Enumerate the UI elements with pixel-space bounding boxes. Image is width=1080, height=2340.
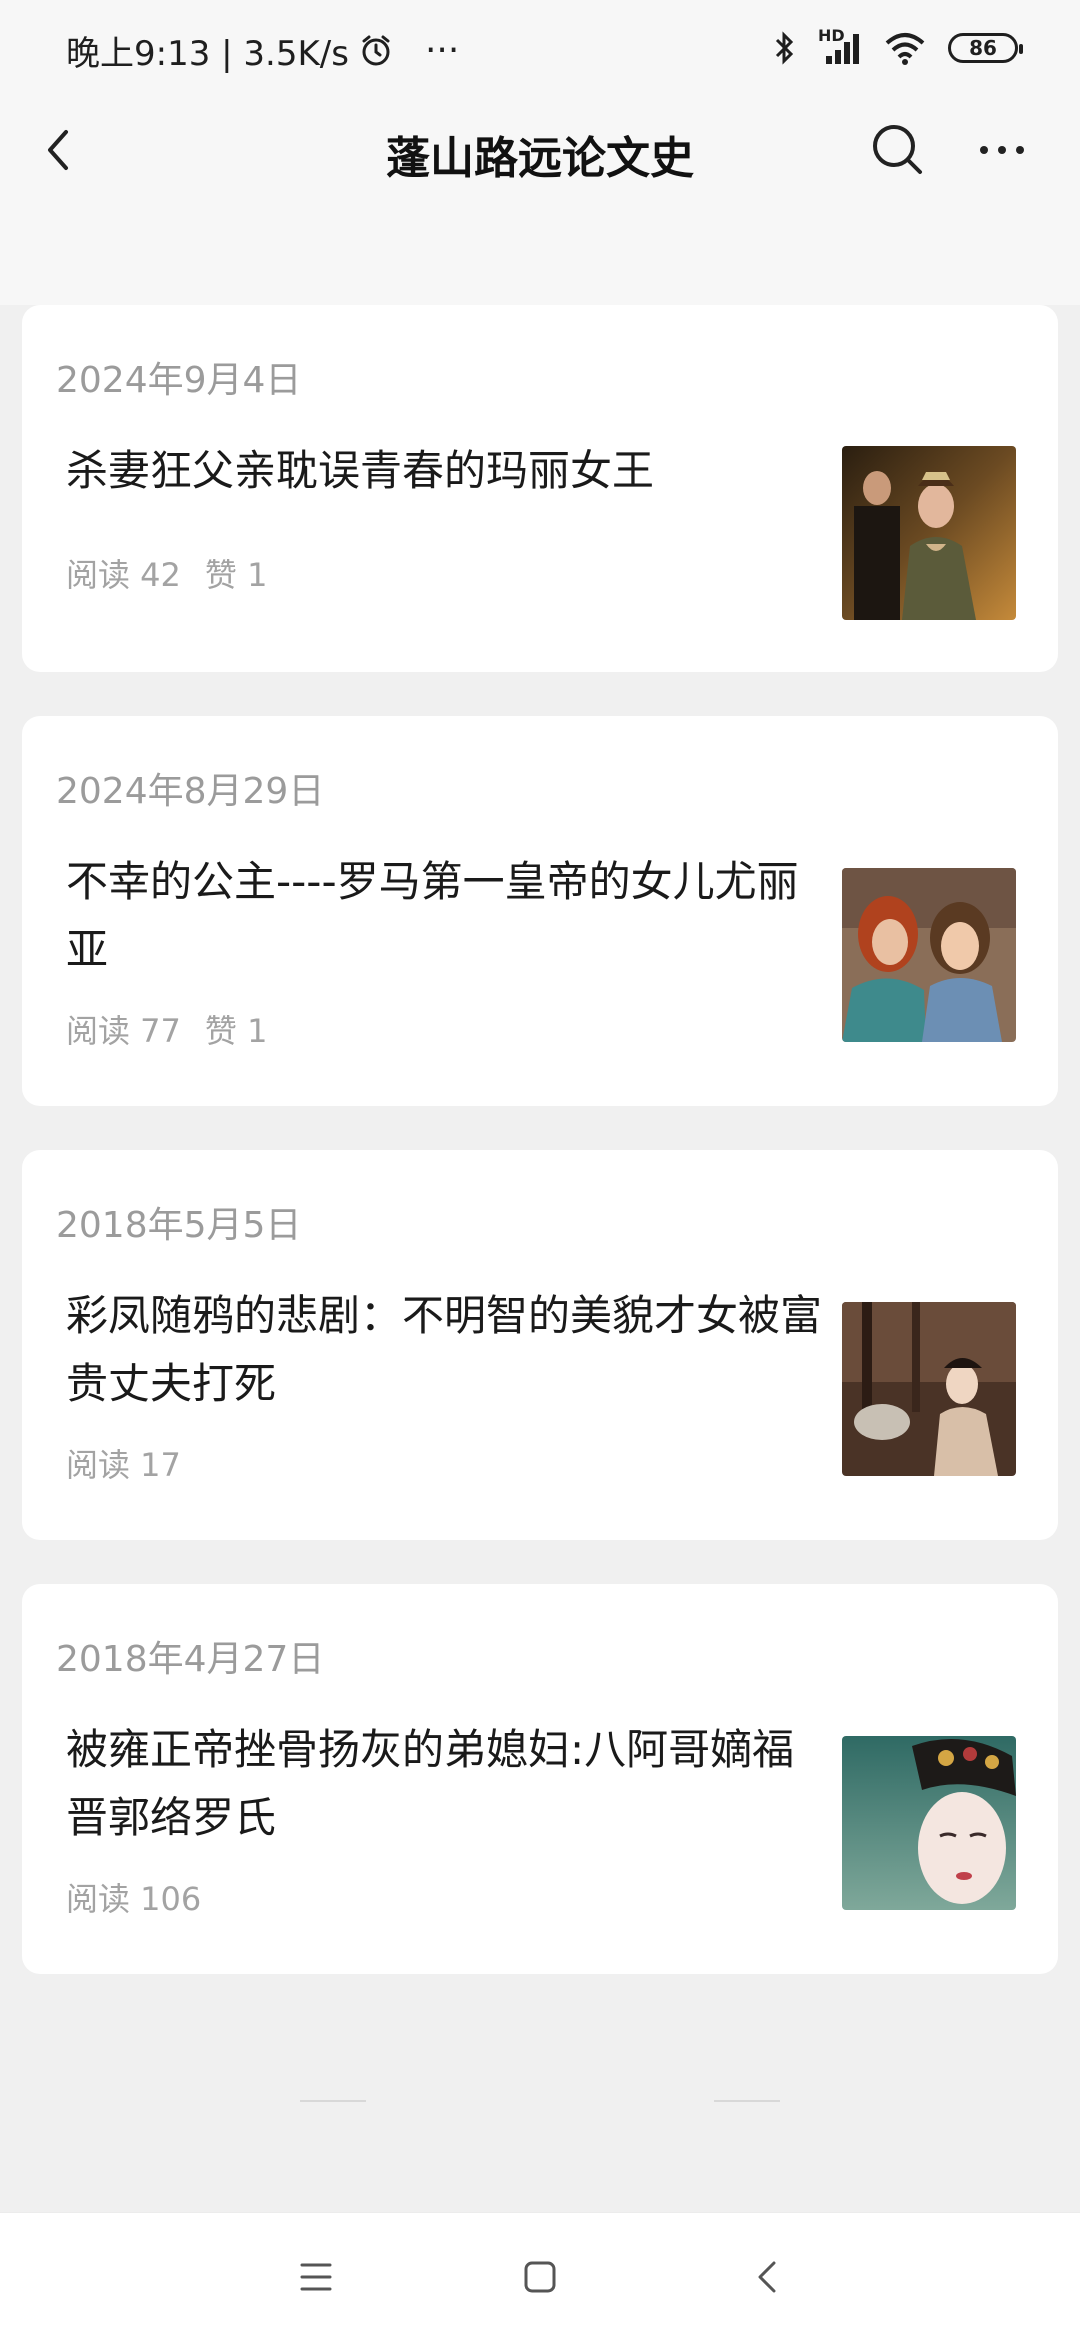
back-nav-icon[interactable] [740,2249,796,2305]
status-right: HD 86 [774,26,1023,66]
read-count: 阅读 17 [66,1446,181,1484]
status-bar: 晚上9:13 | 3.5K/s ··· HD 86 [0,0,1080,100]
article-meta: 阅读 17 [66,1440,181,1486]
wifi-icon [885,33,925,65]
status-dots: ··· [424,30,460,71]
status-time: 晚上9:13 | 3.5K/s [66,34,349,74]
battery-indicator: 86 [948,33,1023,63]
header-spacer [0,220,1080,305]
read-count: 阅读 106 [66,1880,202,1918]
article-title[interactable]: 被雍正帝挫骨扬灰的弟媳妇:八阿哥嫡福晋郭络罗氏 [66,1716,836,1852]
home-icon[interactable] [512,2249,568,2305]
article-thumbnail[interactable] [842,1302,1016,1476]
read-count: 阅读 42 [66,556,181,594]
system-navigation-bar [0,2212,1080,2340]
like-count: 赞 1 [204,1012,268,1050]
article-card[interactable]: 2018年4月27日 被雍正帝挫骨扬灰的弟媳妇:八阿哥嫡福晋郭络罗氏 阅读 10… [22,1584,1058,1974]
article-date: 2024年8月29日 [56,771,325,812]
article-thumbnail[interactable] [842,446,1016,620]
footer-divider-right [714,2100,780,2102]
article-thumbnail[interactable] [842,1736,1016,1910]
bluetooth-icon [775,31,794,65]
article-card[interactable]: 2024年9月4日 杀妻狂父亲耽误青春的玛丽女王 阅读 42 赞 1 [22,305,1058,672]
menu-icon[interactable] [288,2249,344,2305]
status-left: 晚上9:13 | 3.5K/s ··· [66,26,459,75]
article-date: 2018年5月5日 [56,1205,302,1246]
alarm-icon [362,35,390,65]
footer-divider-left [300,2100,366,2102]
search-icon[interactable] [866,118,930,182]
article-card[interactable]: 2018年5月5日 彩凤随鸦的悲剧：不明智的美貌才女被富贵丈夫打死 阅读 17 [22,1150,1058,1540]
nav-bar: 蓬山路远论文史 [0,100,1080,220]
article-title[interactable]: 杀妻狂父亲耽误青春的玛丽女王 [66,437,836,505]
article-card[interactable]: 2024年8月29日 不幸的公主----罗马第一皇帝的女儿尤丽亚 阅读 77 赞… [22,716,1058,1106]
article-title[interactable]: 不幸的公主----罗马第一皇帝的女儿尤丽亚 [66,848,836,984]
article-title[interactable]: 彩凤随鸦的悲剧：不明智的美貌才女被富贵丈夫打死 [66,1282,836,1418]
read-count: 阅读 77 [66,1012,181,1050]
article-meta: 阅读 106 [66,1874,201,1920]
article-meta: 阅读 42 赞 1 [66,550,267,596]
like-count: 赞 1 [204,556,268,594]
signal-icon: HD [818,26,862,66]
article-list: 2024年9月4日 杀妻狂父亲耽误青春的玛丽女王 阅读 42 赞 1 2024年… [22,305,1058,2018]
more-icon[interactable] [970,118,1034,182]
article-date: 2024年9月4日 [56,360,302,401]
article-meta: 阅读 77 赞 1 [66,1006,267,1052]
article-date: 2018年4月27日 [56,1639,325,1680]
article-thumbnail[interactable] [842,868,1016,1042]
